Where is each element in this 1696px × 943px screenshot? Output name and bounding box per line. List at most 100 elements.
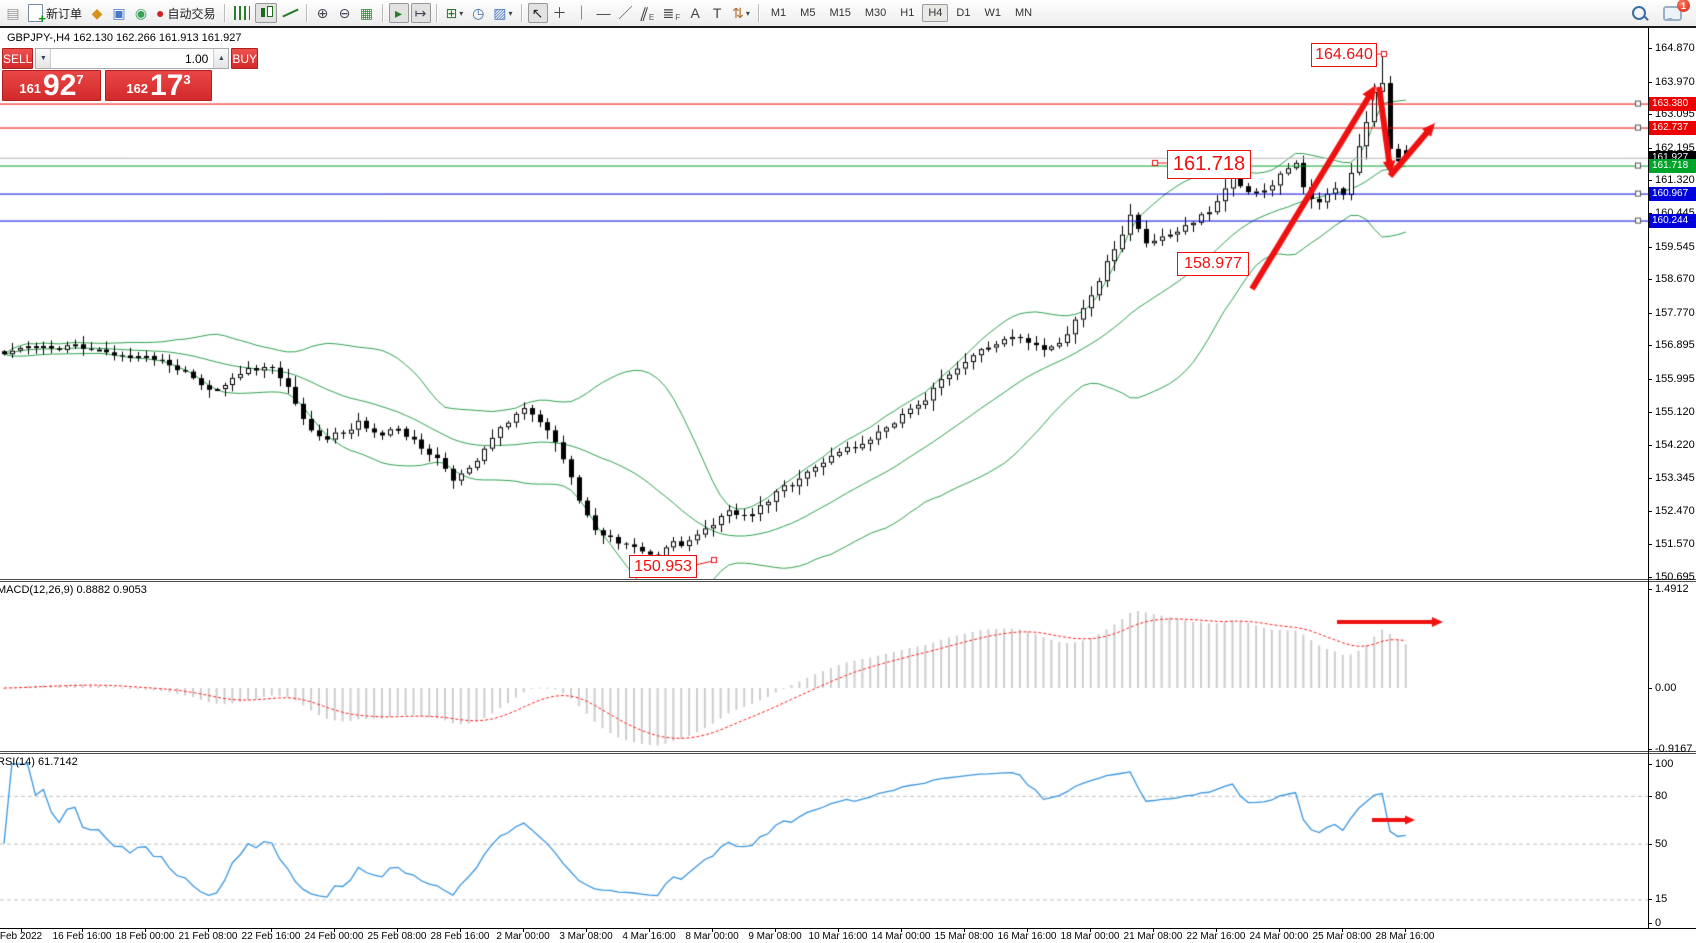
toolbar-candle-chart-button[interactable]	[255, 3, 277, 23]
timeframe-m1-button[interactable]: M1	[765, 4, 792, 22]
toolbar-vertical-line-button[interactable]: ｜	[572, 3, 592, 23]
toolbar-signals-button[interactable]: ◉	[131, 3, 151, 23]
rsi-indicator-label: RSI(14) 61.7142	[0, 756, 78, 768]
time-axis-tick	[271, 928, 272, 932]
toolbar-new-chart-button[interactable]: ⊞▾	[443, 3, 467, 23]
time-axis-label: 28 Feb 16:00	[431, 931, 490, 942]
timeframe-d1-button[interactable]: D1	[950, 4, 976, 22]
toolbar-horizontal-line-button[interactable]: —	[594, 3, 614, 23]
macd-axis-tick	[1648, 589, 1652, 590]
rsi-panel-canvas[interactable]	[0, 755, 1648, 928]
macd-panel-canvas[interactable]	[0, 583, 1648, 751]
time-axis-label: 22 Feb 16:00	[242, 931, 301, 942]
price-axis-tick	[1648, 511, 1652, 512]
volume-decrease-button[interactable]: ▼	[36, 49, 51, 68]
time-axis-tick	[901, 928, 902, 932]
toolbar-window-sliver-button[interactable]: ▤	[3, 3, 23, 23]
chart-annotation-price-label[interactable]: 161.718	[1167, 150, 1251, 179]
toolbar-chart-shift-button[interactable]: ↦	[411, 3, 431, 23]
timeframe-m15-button[interactable]: M15	[823, 4, 856, 22]
toolbar-auto-trading-button[interactable]: ●自动交易	[153, 3, 218, 23]
toolbar-text-button[interactable]: A	[685, 3, 705, 23]
price-tag: 162.737	[1649, 121, 1696, 135]
buy-quote[interactable]: 162173	[105, 70, 212, 101]
chart-shift-icon: ↦	[415, 6, 427, 20]
trendline-icon: ／	[619, 6, 633, 20]
time-axis-tick	[586, 928, 587, 932]
toolbar-line-chart-button[interactable]	[279, 3, 301, 23]
toolbar-auto-scroll-button[interactable]: ▸	[389, 3, 409, 23]
toolbar-tile-windows-button[interactable]: ▦	[357, 3, 377, 23]
toolbar-zoom-in-button[interactable]: ⊕	[313, 3, 333, 23]
notifications-button[interactable]: 1	[1660, 3, 1685, 23]
new-chart-dropdown-icon[interactable]: ▾	[459, 9, 463, 18]
chart-annotation-price-label[interactable]: 158.977	[1177, 252, 1249, 276]
chart-windows-icon: ▣	[112, 6, 125, 20]
price-axis-label: 155.995	[1655, 373, 1695, 385]
buy-price-prefix: 162	[126, 81, 148, 96]
time-axis-tick	[208, 928, 209, 932]
toolbar-cursor-button[interactable]: ↖	[528, 3, 548, 23]
time-axis-border	[0, 928, 1696, 929]
timeframe-w1-button[interactable]: W1	[978, 4, 1007, 22]
time-axis-tick	[21, 928, 22, 932]
toolbar-new-order-button[interactable]: 新订单	[25, 3, 85, 23]
toolbar-equidistant-channel-button[interactable]: ∥E	[638, 3, 658, 23]
toolbar-trendline-button[interactable]: ／	[616, 3, 636, 23]
buy-price-big: 17	[150, 73, 183, 99]
timeframe-m30-button[interactable]: M30	[859, 4, 892, 22]
price-axis-label: 154.220	[1655, 439, 1695, 451]
macd-axis-tick	[1648, 688, 1652, 689]
toolbar-bar-chart-button[interactable]	[231, 3, 253, 23]
toolbar-crosshair-button[interactable]: ＋	[550, 3, 570, 23]
rsi-panel-splitter[interactable]	[0, 751, 1696, 754]
toolbar-fibonacci-button[interactable]: ≣F	[660, 3, 684, 23]
main-chart-canvas[interactable]	[0, 28, 1648, 579]
price-axis-tick	[1648, 180, 1652, 181]
one-click-trade-panel: SELL ▼ ▲ BUY 161927 162173	[2, 48, 212, 101]
price-axis-tick	[1648, 412, 1652, 413]
volume-increase-button[interactable]: ▲	[213, 49, 228, 68]
search-button[interactable]	[1629, 3, 1649, 23]
toolbar-templates-button[interactable]: ▨▾	[490, 3, 515, 23]
toolbar-separator	[521, 4, 523, 22]
buy-button[interactable]: BUY	[231, 48, 258, 69]
price-axis-label: 158.670	[1655, 273, 1695, 285]
toolbar-indicators-button[interactable]: ◆	[87, 3, 107, 23]
toolbar-zoom-out-button[interactable]: ⊖	[335, 3, 355, 23]
chart-annotation-price-label[interactable]: 164.640	[1311, 43, 1377, 67]
candle-chart-icon	[258, 6, 274, 20]
toolbar-text-label-button[interactable]: T	[707, 3, 727, 23]
time-axis-tick	[1216, 928, 1217, 932]
price-axis-tick	[1648, 544, 1652, 545]
price-axis-label: 163.970	[1655, 76, 1695, 88]
rsi-axis-label: 15	[1655, 893, 1667, 905]
templates-dropdown-icon[interactable]: ▾	[508, 9, 512, 18]
sell-button[interactable]: SELL	[2, 48, 33, 69]
price-axis-tick	[1648, 445, 1652, 446]
time-axis-label: 2 Mar 00:00	[496, 931, 549, 942]
time-axis-tick	[838, 928, 839, 932]
price-axis-label: 156.895	[1655, 339, 1695, 351]
buy-price-pip: 3	[183, 72, 190, 87]
volume-input[interactable]	[51, 49, 213, 68]
sell-quote[interactable]: 161927	[2, 70, 101, 101]
macd-axis-label: -0.9167	[1655, 743, 1692, 755]
toolbar-separator	[306, 4, 308, 22]
arrows-tool-dropdown-icon[interactable]: ▾	[746, 9, 750, 18]
macd-panel-splitter[interactable]	[0, 579, 1696, 582]
toolbar-chart-windows-button[interactable]: ▣	[109, 3, 129, 23]
horizontal-line-icon: —	[597, 6, 611, 20]
toolbar-period-selector-button[interactable]: ◷	[468, 3, 488, 23]
timeframe-mn-button[interactable]: MN	[1009, 4, 1038, 22]
toolbar-arrows-tool-button[interactable]: ⇅▾	[729, 3, 753, 23]
timeframe-h1-button[interactable]: H1	[894, 4, 920, 22]
rsi-axis-label: 0	[1655, 917, 1661, 929]
price-axis-tick	[1648, 577, 1652, 578]
timeframe-m5-button[interactable]: M5	[794, 4, 821, 22]
timeframe-h4-button[interactable]: H4	[922, 4, 948, 22]
time-axis-label: 22 Mar 16:00	[1187, 931, 1246, 942]
chart-annotation-price-label[interactable]: 150.953	[629, 555, 697, 578]
window-sliver-icon: ▤	[6, 6, 19, 20]
rsi-axis-tick	[1648, 844, 1652, 845]
